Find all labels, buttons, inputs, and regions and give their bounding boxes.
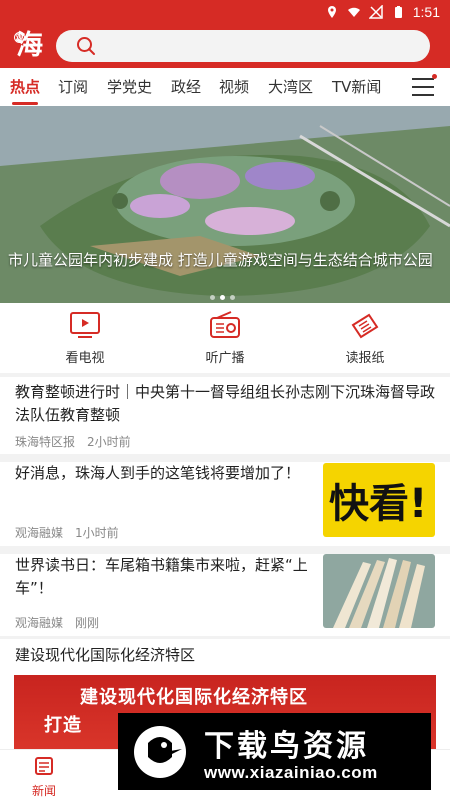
watch-tv-label: 看电视 — [65, 351, 105, 366]
search-bar[interactable] — [56, 30, 430, 62]
news-title: 好消息，珠海人到手的这笔钱将要增加了！ — [15, 464, 301, 482]
news-item[interactable]: 世界读书日：车尾箱书籍集市来啦，赶紧“上车”！ 观海融媒 刚刚 — [0, 554, 450, 638]
news-source: 观海融媒 — [15, 526, 64, 540]
logo-badge: 观 — [14, 32, 25, 43]
carousel-dot[interactable] — [210, 295, 215, 300]
tab-video[interactable]: 视频 — [219, 76, 249, 97]
books-image — [323, 554, 435, 628]
listen-radio-link[interactable]: 听广播 — [170, 311, 280, 366]
notification-dot — [432, 74, 437, 79]
carousel-dot[interactable] — [230, 295, 235, 300]
nav-news[interactable]: 新闻 — [14, 756, 74, 799]
tab-party-history[interactable]: 学党史 — [107, 76, 152, 97]
section-banner-headline: 建设现代化国际化经济特区 — [80, 687, 308, 708]
tab-tv-news[interactable]: TV新闻 — [332, 76, 381, 97]
read-newspaper-label: 读报纸 — [345, 351, 385, 366]
news-time: 1小时前 — [75, 526, 119, 540]
news-time: 刚刚 — [75, 616, 100, 630]
status-bar: 1:51 — [0, 0, 450, 24]
news-meta: 珠海特区报 2小时前 — [15, 433, 131, 450]
thumbnail-text: 快看! — [329, 481, 428, 527]
carousel-dots — [210, 295, 235, 300]
newspaper-icon — [351, 313, 379, 339]
watermark: 下载鸟资源 www.xiazainiao.com — [118, 713, 431, 790]
watermark-url: www.xiazainiao.com — [204, 763, 378, 782]
app-logo: 观 海 — [14, 30, 48, 62]
list-divider — [0, 454, 450, 462]
news-time: 2小时前 — [87, 435, 131, 449]
news-source: 珠海特区报 — [15, 435, 76, 449]
menu-button[interactable] — [412, 78, 434, 98]
news-item[interactable]: 好消息，珠海人到手的这笔钱将要增加了！ 观海融媒 1小时前 快看! — [0, 462, 450, 546]
quick-links: 看电视 听广播 读报纸 — [0, 303, 450, 373]
read-newspaper-link[interactable]: 读报纸 — [310, 311, 420, 366]
hero-banner[interactable]: 市儿童公园年内初步建成 打造儿童游戏空间与生态结合城市公园 — [0, 106, 450, 303]
listen-radio-label: 听广播 — [205, 351, 245, 366]
tab-politics-economy[interactable]: 政经 — [171, 76, 201, 97]
category-tabs: 热点 订阅 学党史 政经 视频 大湾区 TV新闻 — [0, 68, 450, 106]
news-thumbnail — [323, 554, 435, 628]
section-title: 建设现代化国际化经济特区 — [15, 646, 196, 664]
watermark-title: 下载鸟资源 — [204, 729, 369, 764]
tab-hot[interactable]: 热点 — [10, 76, 40, 97]
section-banner-subline: 打造 — [44, 715, 82, 736]
news-icon — [35, 757, 53, 775]
location-icon — [327, 6, 336, 18]
search-icon — [77, 37, 95, 55]
active-tab-indicator — [12, 102, 38, 105]
tv-icon — [70, 312, 100, 338]
park-aerial-image — [0, 106, 450, 303]
news-thumbnail: 快看! — [323, 463, 435, 537]
carousel-dot-active[interactable] — [220, 295, 225, 300]
tab-greater-bay[interactable]: 大湾区 — [268, 76, 313, 97]
app-header: 观 海 — [0, 24, 450, 68]
no-signal-icon — [368, 5, 383, 19]
banner-caption: 市儿童公园年内初步建成 打造儿童游戏空间与生态结合城市公园 — [8, 251, 433, 269]
list-divider — [0, 546, 450, 554]
news-item[interactable]: 教育整顿进行时｜中央第十一督导组组长孙志刚下沉珠海督导政法队伍教育整顿 珠海特区… — [0, 377, 450, 457]
status-time: 1:51 — [412, 4, 440, 20]
news-title: 教育整顿进行时｜中央第十一督导组组长孙志刚下沉珠海督导政法队伍教育整顿 — [15, 383, 436, 424]
bird-logo-icon — [134, 726, 186, 778]
news-meta: 观海融媒 刚刚 — [15, 614, 99, 631]
wifi-icon — [347, 7, 360, 17]
battery-icon — [394, 6, 402, 18]
list-divider — [0, 636, 450, 639]
tab-subscribe[interactable]: 订阅 — [58, 76, 88, 97]
radio-icon — [210, 311, 240, 338]
nav-news-label: 新闻 — [31, 784, 56, 798]
watch-tv-link[interactable]: 看电视 — [30, 311, 140, 366]
news-source: 观海融媒 — [15, 616, 64, 630]
news-meta: 观海融媒 1小时前 — [15, 524, 119, 541]
news-title: 世界读书日：车尾箱书籍集市来啦，赶紧“上车”！ — [15, 556, 308, 597]
